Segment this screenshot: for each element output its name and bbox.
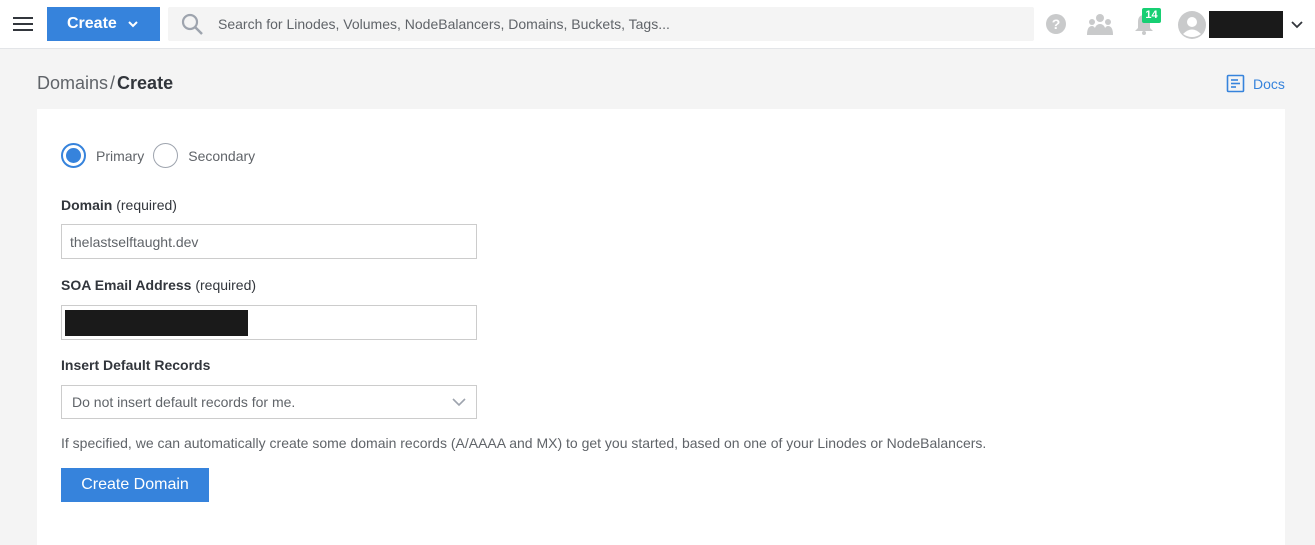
- chevron-down-icon[interactable]: [1290, 17, 1304, 31]
- breadcrumb-separator: /: [110, 73, 116, 93]
- docs-label: Docs: [1253, 75, 1285, 92]
- soa-email-label: SOA Email Address (required): [61, 277, 256, 293]
- help-icon[interactable]: ?: [1045, 13, 1067, 35]
- soa-email-label-text: SOA Email Address: [61, 277, 192, 293]
- domain-label-text: Domain: [61, 197, 113, 213]
- chevron-down-icon: [128, 21, 138, 28]
- radio-secondary-label[interactable]: Secondary: [188, 148, 255, 164]
- breadcrumb: Domains / Create: [37, 73, 173, 94]
- chevron-down-icon: [452, 398, 466, 407]
- default-records-label: Insert Default Records: [61, 357, 211, 373]
- search-bar: [168, 7, 1034, 41]
- domain-required-text: (required): [116, 197, 177, 213]
- radio-secondary[interactable]: [153, 143, 179, 168]
- create-domain-button[interactable]: Create Domain: [61, 468, 209, 502]
- domain-label: Domain (required): [61, 197, 177, 213]
- radio-primary-label[interactable]: Primary: [96, 148, 144, 164]
- search-icon: [181, 13, 203, 35]
- user-avatar-icon[interactable]: [1178, 11, 1206, 39]
- create-menu-button[interactable]: Create: [47, 7, 160, 41]
- document-icon: [1226, 74, 1245, 93]
- menu-icon[interactable]: [13, 17, 33, 31]
- top-bar: Create ? 14: [0, 0, 1315, 49]
- default-records-selected-value: Do not insert default records for me.: [72, 394, 296, 410]
- domain-input[interactable]: [61, 224, 477, 259]
- breadcrumb-domains-link[interactable]: Domains: [37, 73, 108, 93]
- username-redacted[interactable]: [1209, 11, 1283, 38]
- soa-email-redacted: [65, 310, 248, 336]
- page-title: Create: [117, 73, 174, 93]
- community-icon[interactable]: [1087, 13, 1113, 35]
- soa-email-required-text: (required): [195, 277, 257, 293]
- notification-badge: 14: [1142, 8, 1161, 23]
- create-button-label: Create: [67, 15, 117, 32]
- domain-type-radio-group: Primary Secondary: [61, 143, 264, 168]
- default-records-helper-text: If specified, we can automatically creat…: [61, 435, 987, 451]
- docs-link[interactable]: Docs: [1226, 74, 1285, 93]
- svg-text:?: ?: [1052, 16, 1061, 32]
- search-input[interactable]: [218, 7, 1018, 41]
- radio-primary[interactable]: [61, 143, 86, 168]
- default-records-select[interactable]: Do not insert default records for me.: [61, 385, 477, 419]
